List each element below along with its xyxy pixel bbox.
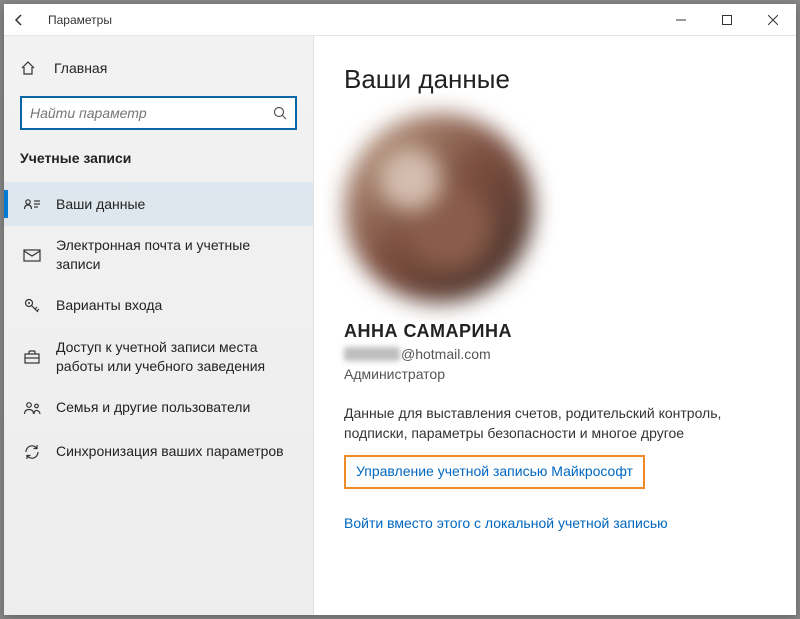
window-title: Параметры	[44, 13, 112, 27]
search-box[interactable]	[20, 96, 297, 130]
sidebar-item-email-accounts[interactable]: Электронная почта и учетные записи	[4, 226, 313, 284]
sidebar-item-work-access[interactable]: Доступ к учетной записи места работы или…	[4, 328, 313, 386]
sidebar-item-your-info[interactable]: Ваши данные	[4, 182, 313, 226]
email-domain: @hotmail.com	[401, 346, 491, 362]
user-email: @hotmail.com	[344, 346, 766, 362]
titlebar: Параметры	[4, 4, 796, 36]
maximize-button[interactable]	[704, 4, 750, 36]
home-icon	[20, 60, 44, 76]
avatar	[344, 113, 534, 303]
key-icon	[20, 297, 44, 315]
email-hidden-part	[344, 347, 400, 361]
mail-icon	[20, 248, 44, 262]
sidebar-item-label: Ваши данные	[44, 195, 145, 214]
sidebar-item-label: Доступ к учетной записи места работы или…	[44, 338, 297, 376]
user-name: АННА САМАРИНА	[344, 321, 766, 342]
search-icon	[267, 106, 287, 120]
local-account-link[interactable]: Войти вместо этого с локальной учетной з…	[344, 515, 668, 531]
close-button[interactable]	[750, 4, 796, 36]
user-role: Администратор	[344, 366, 766, 382]
briefcase-icon	[20, 349, 44, 365]
back-button[interactable]	[12, 13, 44, 27]
sidebar-item-sync[interactable]: Синхронизация ваших параметров	[4, 430, 313, 474]
sidebar: Главная Учетные записи Ваши данные	[4, 36, 314, 615]
person-card-icon	[20, 197, 44, 211]
home-label: Главная	[44, 60, 107, 76]
settings-window: Параметры Главная	[4, 4, 796, 615]
minimize-button[interactable]	[658, 4, 704, 36]
sidebar-item-label: Варианты входа	[44, 296, 162, 315]
search-input[interactable]	[30, 105, 267, 121]
manage-account-link[interactable]: Управление учетной записью Майкрософт	[356, 463, 633, 479]
account-description: Данные для выставления счетов, родительс…	[344, 404, 766, 443]
sync-icon	[20, 443, 44, 461]
sidebar-item-label: Семья и другие пользователи	[44, 398, 250, 417]
sidebar-item-family[interactable]: Семья и другие пользователи	[4, 386, 313, 430]
highlight-box: Управление учетной записью Майкрософт	[344, 455, 645, 489]
sidebar-item-label: Синхронизация ваших параметров	[44, 442, 284, 461]
home-nav[interactable]: Главная	[4, 48, 313, 88]
section-title: Учетные записи	[4, 142, 313, 182]
sidebar-item-label: Электронная почта и учетные записи	[44, 236, 297, 274]
sidebar-item-signin-options[interactable]: Варианты входа	[4, 284, 313, 328]
nav-list: Ваши данные Электронная почта и учетные …	[4, 182, 313, 474]
people-icon	[20, 400, 44, 416]
page-title: Ваши данные	[344, 64, 766, 95]
content-area: Ваши данные АННА САМАРИНА @hotmail.com А…	[314, 36, 796, 615]
